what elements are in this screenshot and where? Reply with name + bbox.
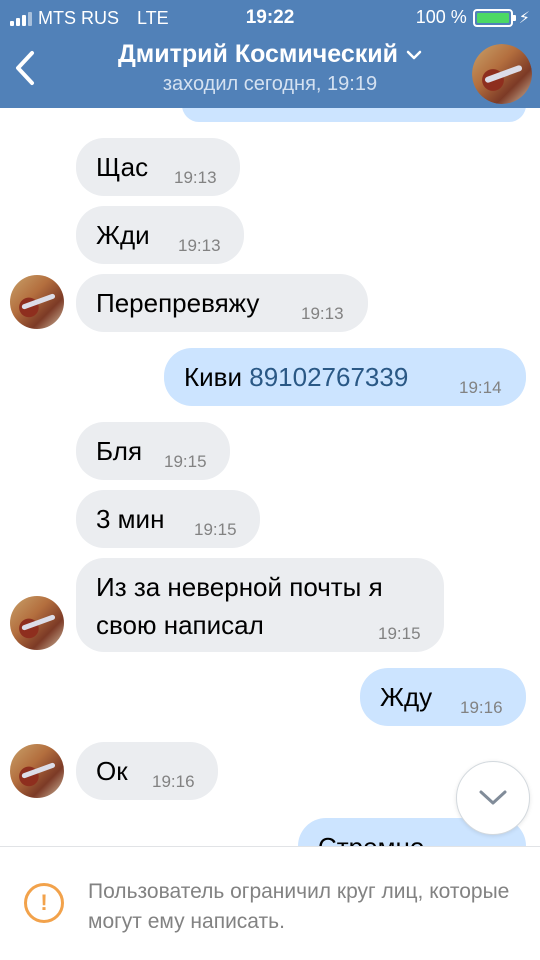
message-text-line: Из за неверной почты я [96,572,383,602]
restriction-text: Пользователь ограничил круг лиц, которые… [88,880,510,933]
sender-avatar[interactable] [10,596,64,650]
message-bubble[interactable]: Щас 19:13 [76,138,240,196]
message-text: Щас [96,152,149,182]
message-text-line: свою написал [96,610,264,640]
contact-avatar[interactable] [472,44,532,104]
scroll-to-bottom-button[interactable] [456,761,530,835]
message-time: 19:13 [301,304,344,323]
message-bubble[interactable]: Киви 89102767339 19:14 [164,348,526,406]
message-bubble[interactable]: Ок 19:16 [76,742,218,800]
message-bubble[interactable]: Бля 19:15 [76,422,230,480]
message-text: Бля [96,436,143,466]
battery-percent: 100 % [415,7,467,27]
message-time: 19:15 [378,624,421,643]
message-text: Киви [184,362,243,392]
charging-icon: ⚡ [518,9,530,27]
restriction-notice: ! Пользователь ограничил круг лиц, котор… [0,846,540,960]
chevron-down-icon [479,790,507,805]
chevron-down-icon [406,50,422,59]
message-bubble[interactable]: Из за неверной почты я свою написал 19:1… [76,558,444,652]
message-text: Жду [380,682,433,712]
message-bubble-partial[interactable] [182,108,526,122]
sender-avatar[interactable] [10,744,64,798]
message-bubble[interactable]: Жду 19:16 [360,668,526,726]
message-text: Стремно [318,832,424,846]
sender-avatar[interactable] [10,275,64,329]
battery-icon [472,8,516,27]
message-time: 19:13 [178,236,221,255]
message-time: 19:16 [152,772,195,791]
message-bubble[interactable]: Перепревяжу 19:13 [76,274,368,332]
message-time: 19:14 [459,378,502,397]
message-bubble[interactable]: 3 мин 19:15 [76,490,260,548]
message-text: Ок [96,756,128,786]
message-text: 3 мин [96,504,165,534]
last-seen-status: заходил сегодня, 19:19 [162,73,378,95]
message-list[interactable]: Щас 19:13 Жди 19:13 Перепревяжу 19:13 Ки… [0,108,540,846]
phone-link[interactable]: 89102767339 [249,362,408,392]
message-text: Жди [96,220,150,250]
contact-info[interactable]: Дмитрий Космический заходил сегодня, 19:… [0,40,540,96]
status-bar: MTS RUS LTE 19:22 100 % ⚡ [0,0,540,36]
message-time: 19:13 [174,168,217,187]
message-time: 19:15 [194,520,237,539]
message-time: 19:16 [460,698,503,717]
avatar-image [472,44,532,104]
contact-name: Дмитрий Космический [117,40,399,68]
message-text: Перепревяжу [96,288,260,318]
message-bubble[interactable]: Жди 19:13 [76,206,244,264]
chat-header: MTS RUS LTE 19:22 100 % ⚡ Дмитрий Космич… [0,0,540,108]
warning-icon: ! [24,883,64,923]
message-time: 19:15 [164,452,207,471]
